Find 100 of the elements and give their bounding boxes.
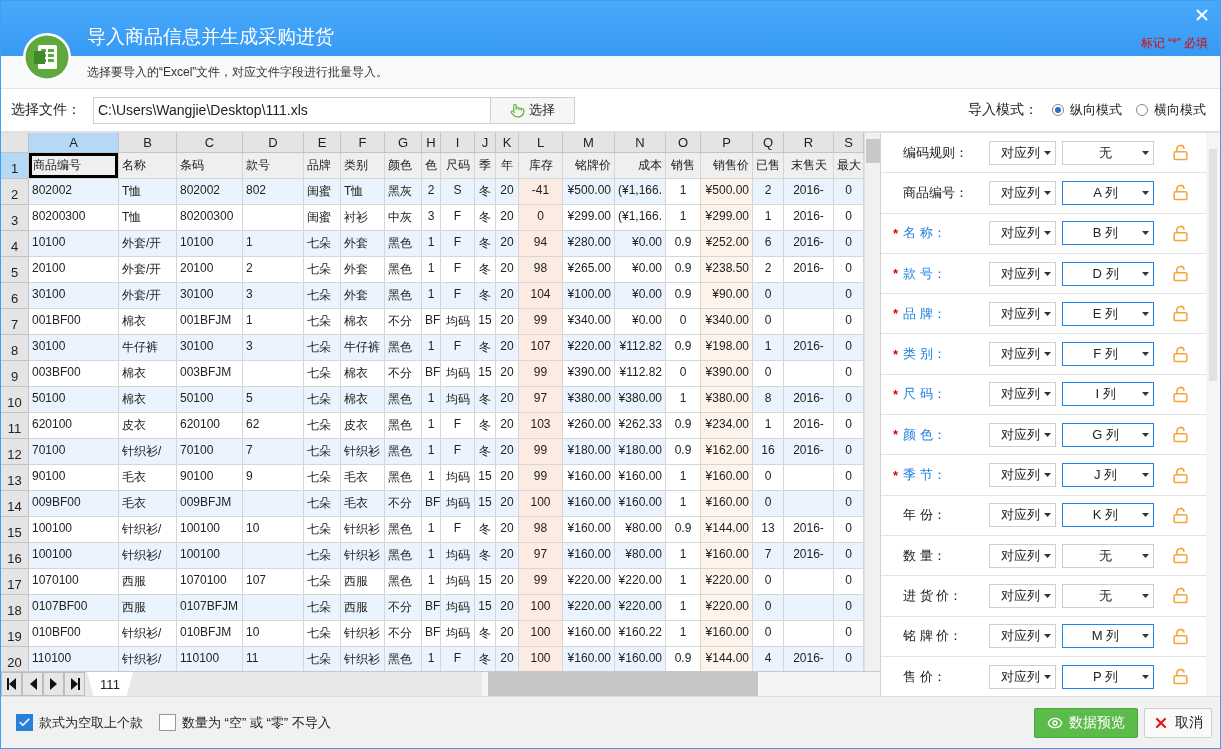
mode-select[interactable]: 对应列 <box>989 422 1056 447</box>
column-select[interactable]: E 列 <box>1062 301 1154 326</box>
mode-select[interactable]: 对应列 <box>989 140 1056 165</box>
mode-select[interactable]: 对应列 <box>989 261 1056 286</box>
unlock-icon[interactable] <box>1172 668 1189 685</box>
row-header[interactable]: 3 <box>1 205 29 231</box>
column-select[interactable]: 无 <box>1062 140 1154 165</box>
row-header[interactable]: 15 <box>1 517 29 543</box>
choose-file-button[interactable]: 选择 <box>491 96 575 124</box>
column-header[interactable]: L <box>519 133 563 153</box>
unlock-icon[interactable] <box>1172 305 1189 323</box>
table-cell: 5 <box>243 387 304 413</box>
option-checkbox[interactable]: 数量为 “空” 或 “零” 不导入 <box>159 713 331 732</box>
row-header[interactable]: 17 <box>1 569 29 595</box>
mode-select[interactable]: 对应列 <box>989 342 1056 367</box>
unlock-icon[interactable] <box>1172 184 1189 202</box>
unlock-icon[interactable] <box>1172 345 1189 363</box>
cancel-button[interactable]: 取消 <box>1144 707 1212 738</box>
unlock-icon[interactable] <box>1172 587 1189 605</box>
horizontal-scrollbar[interactable] <box>482 672 880 696</box>
column-header[interactable]: I <box>441 133 475 153</box>
column-header[interactable]: E <box>304 133 341 153</box>
unlock-icon[interactable] <box>1172 385 1189 403</box>
panel-scrollbar[interactable] <box>1206 133 1220 696</box>
column-select[interactable]: F 列 <box>1062 342 1154 367</box>
column-select[interactable]: A 列 <box>1062 180 1154 205</box>
column-select[interactable]: P 列 <box>1062 664 1154 689</box>
column-header[interactable]: F <box>341 133 385 153</box>
column-header[interactable]: M <box>563 133 615 153</box>
row-header[interactable]: 11 <box>1 413 29 439</box>
first-sheet-button[interactable] <box>1 672 22 696</box>
column-header[interactable]: G <box>385 133 422 153</box>
table-cell: 10 <box>243 517 304 543</box>
next-sheet-button[interactable] <box>43 672 64 696</box>
vertical-scrollbar[interactable] <box>864 133 880 671</box>
column-header[interactable]: K <box>496 133 519 153</box>
row-header[interactable]: 13 <box>1 465 29 491</box>
column-header[interactable]: S <box>834 133 864 153</box>
column-header[interactable]: C <box>177 133 243 153</box>
row-header[interactable]: 16 <box>1 543 29 569</box>
row-header[interactable]: 12 <box>1 439 29 465</box>
unlock-icon[interactable] <box>1172 224 1189 242</box>
mode-select[interactable]: 对应列 <box>989 543 1056 568</box>
row-header[interactable]: 4 <box>1 231 29 257</box>
unlock-icon[interactable] <box>1172 627 1189 645</box>
unlock-icon[interactable] <box>1172 144 1189 162</box>
row-header[interactable]: 5 <box>1 257 29 283</box>
row-header[interactable]: 10 <box>1 387 29 413</box>
row-header[interactable]: 19 <box>1 621 29 647</box>
mode-select[interactable]: 对应列 <box>989 180 1056 205</box>
unlock-icon[interactable] <box>1172 466 1189 484</box>
row-header[interactable]: 1 <box>1 153 29 179</box>
row-header[interactable]: 8 <box>1 335 29 361</box>
column-select[interactable]: G 列 <box>1062 422 1154 447</box>
column-select[interactable]: K 列 <box>1062 503 1154 528</box>
mode-select[interactable]: 对应列 <box>989 503 1056 528</box>
column-header[interactable]: H <box>422 133 441 153</box>
mode-select[interactable]: 对应列 <box>989 221 1056 246</box>
column-header[interactable]: J <box>475 133 496 153</box>
column-header[interactable]: A <box>29 133 119 153</box>
column-header[interactable]: R <box>784 133 834 153</box>
column-select[interactable]: I 列 <box>1062 382 1154 407</box>
column-select[interactable]: D 列 <box>1062 261 1154 286</box>
table-cell <box>784 491 834 517</box>
column-select[interactable]: 无 <box>1062 543 1154 568</box>
row-header[interactable]: 18 <box>1 595 29 621</box>
option-checkbox[interactable]: 款式为空取上个款 <box>16 713 143 732</box>
mode-radio[interactable]: 纵向模式 <box>1052 101 1122 119</box>
mode-select[interactable]: 对应列 <box>989 624 1056 649</box>
unlock-icon[interactable] <box>1172 506 1189 524</box>
row-header[interactable]: 6 <box>1 283 29 309</box>
previous-sheet-button[interactable] <box>22 672 43 696</box>
row-header[interactable]: 9 <box>1 361 29 387</box>
row-header[interactable]: 20 <box>1 647 29 671</box>
column-select[interactable]: B 列 <box>1062 221 1154 246</box>
column-select[interactable]: 无 <box>1062 583 1154 608</box>
unlock-icon[interactable] <box>1172 426 1189 444</box>
mode-select[interactable]: 对应列 <box>989 583 1056 608</box>
column-header[interactable]: Q <box>753 133 784 153</box>
column-header[interactable]: P <box>701 133 753 153</box>
mode-radio[interactable]: 横向模式 <box>1136 101 1206 119</box>
unlock-icon[interactable] <box>1172 265 1189 283</box>
file-path-field[interactable]: C:\Users\Wangjie\Desktop\111.xls <box>93 96 491 124</box>
mode-select[interactable]: 对应列 <box>989 664 1056 689</box>
row-header[interactable]: 2 <box>1 179 29 205</box>
column-select[interactable]: M 列 <box>1062 624 1154 649</box>
table-cell: 黑色 <box>385 387 422 413</box>
unlock-icon[interactable] <box>1172 547 1189 565</box>
last-sheet-button[interactable] <box>64 672 85 696</box>
column-header[interactable]: N <box>615 133 666 153</box>
mode-select[interactable]: 对应列 <box>989 463 1056 487</box>
column-select[interactable]: J 列 <box>1062 463 1154 487</box>
row-header[interactable]: 14 <box>1 491 29 517</box>
column-header[interactable]: B <box>119 133 177 153</box>
mode-select[interactable]: 对应列 <box>989 382 1056 407</box>
sheet-tab[interactable]: 111 <box>87 672 133 696</box>
row-header[interactable]: 7 <box>1 309 29 335</box>
mode-select[interactable]: 对应列 <box>989 301 1056 326</box>
column-header[interactable]: O <box>666 133 701 153</box>
column-header[interactable]: D <box>243 133 304 153</box>
